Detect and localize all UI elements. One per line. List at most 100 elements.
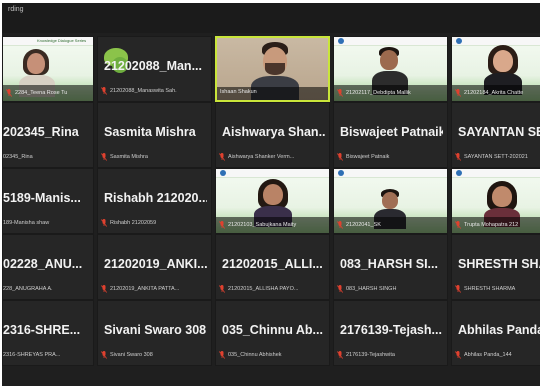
participant-tile-video[interactable]: 21202041_SK — [333, 168, 448, 234]
participant-nameplate: 035_Chinnu Abhishek — [219, 349, 326, 360]
mic-muted-icon — [337, 221, 343, 229]
participant-name: Trupta Mohapatra 212 — [464, 222, 519, 228]
mic-muted-icon — [101, 86, 107, 95]
participant-tile[interactable]: 2316-SHRE... 2316-SHREYAS PRA... — [2, 300, 94, 366]
participant-display-name: Biswajeet Patnaik — [340, 125, 443, 139]
participant-nameplate: 21202041_SK — [337, 220, 444, 230]
participant-tile[interactable]: SAYANTAN SET... SAYANTAN SETT-202021 — [451, 102, 540, 168]
participant-name: Aishwarya Shanker Verm... — [228, 153, 295, 160]
participant-display-name: 2176139-Tejash... — [340, 323, 442, 337]
participant-nameplate: 228_ANUGRAHA A. — [3, 283, 90, 294]
participant-tile[interactable]: 035_Chinnu Ab... 035_Chinnu Abhishek — [215, 300, 330, 366]
participant-tile-video[interactable]: 21202103_Sabujkana Maity — [215, 168, 330, 234]
participant-tile[interactable]: 083_HARSH SI... 083_HARSH SINGH — [333, 234, 448, 300]
participant-tile[interactable]: Abhilas Panda_... Abhilas Panda_144 — [451, 300, 540, 366]
participant-tile[interactable]: 02228_ANU... 228_ANUGRAHA A. — [2, 234, 94, 300]
participant-nameplate: Abhilas Panda_144 — [455, 349, 540, 360]
participant-display-name: 083_HARSH SI... — [340, 257, 438, 271]
participant-name: 02345_Rina — [3, 153, 33, 160]
mic-muted-icon — [219, 221, 225, 229]
participant-tile[interactable]: Sivani Swaro 308 Sivani Swaro 308 — [97, 300, 212, 366]
participant-nameplate: 02345_Rina — [3, 151, 90, 162]
participant-display-name: 035_Chinnu Ab... — [222, 323, 323, 337]
participant-display-name: Rishabh 212020... — [104, 191, 207, 205]
participant-name: Biswajeet Patnaik — [346, 153, 390, 160]
participant-nameplate: 2176139-Tejashwita — [337, 349, 444, 360]
meeting-window: rding Knowledge Dialogue Series 2284_Tee… — [2, 3, 540, 386]
participant-tile[interactable]: 21202019_ANKI... 21202019_ANKITA PATTA..… — [97, 234, 212, 300]
mic-muted-icon — [6, 89, 12, 97]
participant-display-name: Sasmita Mishra — [104, 125, 196, 139]
participant-name: Rishabh 21202059 — [110, 219, 157, 226]
participant-name: 2284_Teena Rose Tu — [15, 90, 68, 96]
mic-muted-icon — [337, 284, 343, 293]
participant-tile-video[interactable]: Knowledge Dialogue Series 2284_Teena Ros… — [2, 36, 94, 102]
participant-name: 035_Chinnu Abhishek — [228, 351, 282, 358]
participant-tile[interactable]: 2176139-Tejash... 2176139-Tejashwita — [333, 300, 448, 366]
participant-display-name: 21202015_ALLI... — [222, 257, 323, 271]
participant-tile-video[interactable]: 21202184_Akrita Chatte — [451, 36, 540, 102]
participant-tile[interactable]: 21202015_ALLI... 21202015_ALLISHA PAYO..… — [215, 234, 330, 300]
participant-name: Abhilas Panda_144 — [464, 351, 512, 358]
participant-display-name: 21202019_ANKI... — [104, 257, 207, 271]
participant-name: 21202015_ALLISHA PAYO... — [228, 285, 299, 292]
participant-name: 21202041_SK — [346, 222, 381, 228]
mic-muted-icon — [101, 284, 107, 293]
slide-title: Knowledge Dialogue Series — [37, 38, 87, 43]
participant-tile[interactable]: 21202088_Man... 21202088_Manaswita Sah. — [97, 36, 212, 102]
participant-nameplate: 21202088_Manaswita Sah. — [101, 85, 208, 96]
participant-name: Sivani Swaro 308 — [110, 351, 153, 358]
participant-display-name: Sivani Swaro 308 — [104, 323, 207, 337]
participant-tile[interactable]: Rishabh 212020... Rishabh 21202059 — [97, 168, 212, 234]
participant-nameplate: SAYANTAN SETT-202021 — [455, 151, 540, 162]
mic-muted-icon — [337, 152, 343, 161]
mic-muted-icon — [455, 350, 461, 359]
participant-display-name: 202345_Rina — [3, 125, 79, 139]
participant-name: 083_HARSH SINGH — [346, 285, 397, 292]
participant-nameplate: 2316-SHREYAS PRA... — [3, 349, 90, 360]
participant-nameplate: Trupta Mohapatra 212 — [455, 220, 540, 230]
mic-muted-icon — [337, 89, 343, 97]
participant-name: 228_ANUGRAHA A. — [3, 285, 53, 292]
participant-display-name: 2316-SHRE... — [3, 323, 81, 337]
participant-tile[interactable]: SHRESTH SHAR... SHRESTH SHARMA — [451, 234, 540, 300]
participant-display-name: SHRESTH SHAR... — [458, 257, 540, 271]
mic-muted-icon — [455, 284, 461, 293]
participant-nameplate: 21202117_Debdipta Mallik — [337, 88, 444, 98]
participant-tile[interactable]: 202345_Rina 02345_Rina — [2, 102, 94, 168]
active-speaker-tile[interactable]: Ishaan Shakun — [215, 36, 330, 102]
mic-muted-icon — [455, 89, 461, 97]
participant-nameplate: Biswajeet Patnaik — [337, 151, 444, 162]
participant-name: 2316-SHREYAS PRA... — [3, 351, 61, 358]
participant-tile[interactable]: Biswajeet Patnaik Biswajeet Patnaik — [333, 102, 448, 168]
participant-nameplate: Rishabh 21202059 — [101, 217, 208, 228]
participant-name: Ishaan Shakun — [220, 89, 257, 95]
participant-name: SAYANTAN SETT-202021 — [464, 153, 528, 160]
participant-display-name: 21202088_Man... — [104, 59, 202, 73]
participant-display-name: 5189-Manis... — [3, 191, 81, 205]
participant-display-name: SAYANTAN SET... — [458, 125, 540, 139]
recording-label: rding — [8, 6, 24, 13]
mic-muted-icon — [219, 152, 225, 161]
mic-muted-icon — [455, 221, 461, 229]
participant-nameplate: Aishwarya Shanker Verm... — [219, 151, 326, 162]
participant-gallery: Knowledge Dialogue Series 2284_Teena Ros… — [2, 36, 540, 366]
participant-name: 21202117_Debdipta Mallik — [346, 90, 411, 96]
participant-name: Sasmita Mishra — [110, 153, 148, 160]
participant-name: SHRESTH SHARMA — [464, 285, 516, 292]
participant-tile[interactable]: 5189-Manis... 189-Manisha shaw — [2, 168, 94, 234]
mic-muted-icon — [219, 284, 225, 293]
participant-tile-video[interactable]: 21202117_Debdipta Mallik — [333, 36, 448, 102]
participant-tile[interactable]: Aishwarya Shan... Aishwarya Shanker Verm… — [215, 102, 330, 168]
participant-nameplate: 083_HARSH SINGH — [337, 283, 444, 294]
participant-name: 21202184_Akrita Chatte — [464, 90, 524, 96]
participant-nameplate: 21202103_Sabujkana Maity — [219, 220, 326, 230]
participant-display-name: Abhilas Panda_... — [458, 323, 540, 337]
participant-name: 21202019_ANKITA PATTA... — [110, 285, 180, 292]
participant-nameplate: Sasmita Mishra — [101, 151, 208, 162]
mic-muted-icon — [455, 152, 461, 161]
participant-nameplate: 189-Manisha shaw — [3, 217, 90, 228]
participant-tile-video[interactable]: Trupta Mohapatra 212 — [451, 168, 540, 234]
participant-nameplate: 2284_Teena Rose Tu — [6, 88, 90, 98]
participant-tile[interactable]: Sasmita Mishra Sasmita Mishra — [97, 102, 212, 168]
